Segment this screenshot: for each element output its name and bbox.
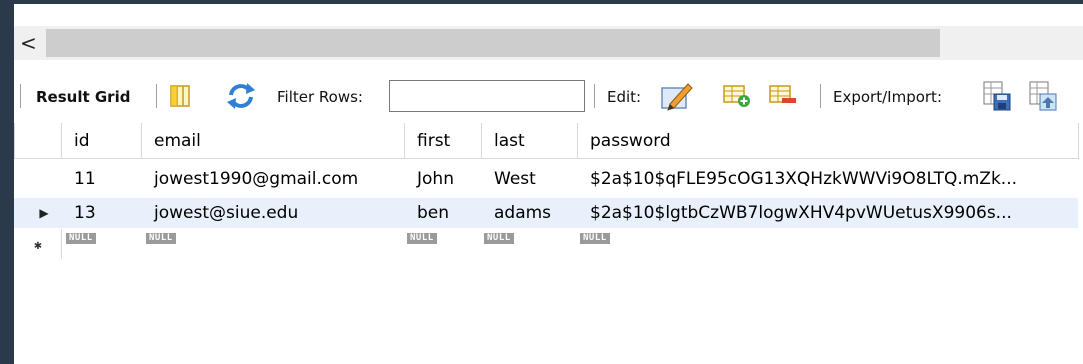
column-header-email[interactable]: email <box>142 123 405 159</box>
toolbar-separator <box>820 84 821 108</box>
form-editor-icon[interactable] <box>168 84 194 108</box>
toolbar-separator <box>20 84 21 108</box>
add-row-icon[interactable] <box>722 83 752 109</box>
null-badge[interactable]: NULL <box>580 233 610 244</box>
cell-last[interactable]: West <box>482 164 578 194</box>
toolbar-separator <box>594 84 595 108</box>
result-grid-button[interactable]: Result Grid <box>36 88 130 106</box>
horizontal-scrollbar[interactable]: < <box>14 26 1083 60</box>
scroll-thumb[interactable] <box>46 29 940 57</box>
current-row-arrow-icon: ▶ <box>39 206 49 220</box>
cell-id[interactable]: 11 <box>62 164 142 194</box>
column-header-password[interactable]: password <box>578 123 1079 159</box>
column-header-id[interactable]: id <box>62 123 142 159</box>
scroll-left-arrow[interactable]: < <box>20 30 37 56</box>
row-header-corner <box>14 123 62 159</box>
null-badge[interactable]: NULL <box>66 233 96 244</box>
edit-label: Edit: <box>607 88 642 106</box>
filter-rows-label: Filter Rows: <box>277 88 363 106</box>
refresh-icon[interactable] <box>224 82 258 110</box>
new-row[interactable]: ✱ NULL NULL NULL NULL NULL <box>14 229 1078 263</box>
result-toolbar: Result Grid Filter Rows: Edit: Export/Im… <box>14 68 1083 120</box>
table-row-selected[interactable]: ▶ 13 jowest@siue.edu ben adams $2a$10$lg… <box>14 198 1078 228</box>
filter-rows-input[interactable] <box>389 80 585 112</box>
null-badge[interactable]: NULL <box>407 233 437 244</box>
column-header-first[interactable]: first <box>405 123 482 159</box>
table-row[interactable]: 11 jowest1990@gmail.com John West $2a$10… <box>14 164 1078 194</box>
export-import-label: Export/Import: <box>833 88 942 106</box>
cell-password[interactable]: $2a$10$lgtbCzWB7logwXHV4pvWUetusX9906s..… <box>578 198 1078 228</box>
edit-cell-icon[interactable] <box>660 80 694 112</box>
delete-row-icon[interactable] <box>768 83 798 109</box>
new-row-asterisk-icon: ✱ <box>33 241 43 252</box>
toolbar-separator <box>156 84 157 108</box>
cell-id[interactable]: 13 <box>62 198 142 228</box>
cell-first[interactable]: ben <box>405 198 482 228</box>
export-icon[interactable] <box>982 80 1012 112</box>
row-marker <box>14 164 62 194</box>
row-header-divider <box>61 229 62 259</box>
import-icon[interactable] <box>1028 80 1058 112</box>
cell-first[interactable]: John <box>405 164 482 194</box>
cell-password[interactable]: $2a$10$qFLE95cOG13XQHzkWWVi9O8LTQ.mZk... <box>578 164 1078 194</box>
cell-email[interactable]: jowest1990@gmail.com <box>142 164 405 194</box>
cell-last[interactable]: adams <box>482 198 578 228</box>
column-header-last[interactable]: last <box>482 123 578 159</box>
result-panel: < Result Grid Filter Rows: Edit: Export/… <box>14 4 1083 364</box>
cell-email[interactable]: jowest@siue.edu <box>142 198 405 228</box>
null-badge[interactable]: NULL <box>146 233 176 244</box>
null-badge[interactable]: NULL <box>484 233 514 244</box>
